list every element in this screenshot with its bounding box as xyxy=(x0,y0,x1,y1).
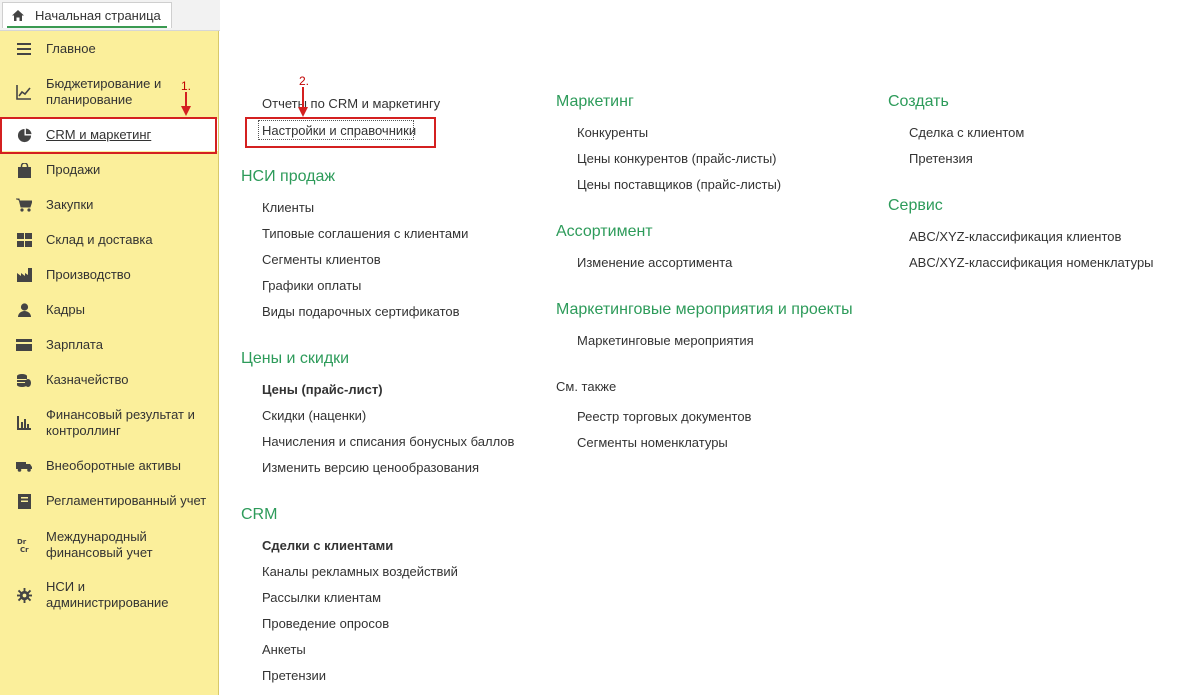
svg-text:Dr: Dr xyxy=(17,538,27,546)
link-clients[interactable]: Клиенты xyxy=(262,200,314,215)
sidebar-item-label: Продажи xyxy=(46,162,101,177)
link-price-list[interactable]: Цены (прайс-лист) xyxy=(262,382,383,397)
sidebar-item-label: Закупки xyxy=(46,197,94,212)
shopping-bag-icon xyxy=(16,162,32,178)
sidebar-item-label: Кадры xyxy=(46,302,85,317)
section-title-create: Создать xyxy=(888,93,949,110)
wallet-icon xyxy=(16,337,32,353)
link-bonus-points[interactable]: Начисления и списания бонусных баллов xyxy=(262,434,514,449)
sidebar-item-label: Зарплата xyxy=(46,337,103,352)
link-payment-schedules[interactable]: Графики оплаты xyxy=(262,278,361,293)
arrow-down-icon xyxy=(181,92,191,116)
grid-blocks-icon xyxy=(16,232,32,248)
sidebar-item-treasury[interactable]: Казначейство xyxy=(0,368,218,392)
link-trade-documents-registry[interactable]: Реестр торговых документов xyxy=(577,409,751,424)
sidebar-item-main[interactable]: Главное xyxy=(0,37,218,61)
sidebar-item-label: Внеоборотные активы xyxy=(46,458,182,473)
tab-home-label: Начальная страница xyxy=(35,8,161,23)
sidebar-item-label: Главное xyxy=(46,41,96,56)
main-panel: Отчеты по CRM и маркетингу Настройки и с… xyxy=(219,0,1202,695)
sidebar-item-label: Склад и доставка xyxy=(46,232,153,247)
tab-home[interactable]: Начальная страница xyxy=(2,2,172,28)
link-client-mailings[interactable]: Рассылки клиентам xyxy=(262,590,381,605)
link-discounts[interactable]: Скидки (наценки) xyxy=(262,408,366,423)
sidebar-item-label: Регламентированный учет xyxy=(46,493,207,508)
sidebar-item-salary[interactable]: Зарплата xyxy=(0,333,218,357)
link-nomenclature-segments[interactable]: Сегменты номенклатуры xyxy=(577,435,728,450)
link-crm-reports[interactable]: Отчеты по CRM и маркетингу xyxy=(262,96,440,111)
sidebar-item-financial-result[interactable]: Финансовый результат и контроллинг xyxy=(0,405,218,441)
link-competitors[interactable]: Конкуренты xyxy=(577,125,648,140)
factory-icon xyxy=(16,267,32,283)
section-title-assortment: Ассортимент xyxy=(556,223,653,240)
shopping-cart-icon xyxy=(16,197,32,213)
sidebar-item-crm-marketing[interactable]: CRM и маркетинг xyxy=(0,119,218,151)
link-standard-agreements[interactable]: Типовые соглашения с клиентами xyxy=(262,226,468,241)
sidebar-item-regulated-accounting[interactable]: Регламентированный учет xyxy=(0,489,218,513)
section-title-marketing-events: Маркетинговые мероприятия и проекты xyxy=(556,301,853,318)
see-also-label: См. также xyxy=(556,379,617,394)
link-create-claim[interactable]: Претензия xyxy=(909,151,973,166)
sidebar-item-purchases[interactable]: Закупки xyxy=(0,193,218,217)
svg-text:Cr: Cr xyxy=(20,546,29,553)
link-abc-xyz-nomenclature[interactable]: ABC/XYZ-классификация номенклатуры xyxy=(909,255,1154,270)
sidebar-item-production[interactable]: Производство xyxy=(0,263,218,287)
link-client-deals[interactable]: Сделки с клиентами xyxy=(262,538,393,553)
link-supplier-prices[interactable]: Цены поставщиков (прайс-листы) xyxy=(577,177,781,192)
sidebar-item-label: Казначейство xyxy=(46,372,129,387)
link-settings-directories[interactable]: Настройки и справочники xyxy=(262,123,416,138)
link-abc-xyz-clients[interactable]: ABC/XYZ-классификация клиентов xyxy=(909,229,1121,244)
link-surveys[interactable]: Проведение опросов xyxy=(262,616,389,631)
sidebar-item-label: Международный финансовый учет xyxy=(46,529,153,560)
sidebar-item-label: Производство xyxy=(46,267,131,282)
link-marketing-events[interactable]: Маркетинговые мероприятия xyxy=(577,333,754,348)
bar-chart-icon xyxy=(16,415,32,431)
menu-lines-icon xyxy=(16,41,32,57)
arrow-down-icon xyxy=(298,87,308,117)
sidebar-item-fixed-assets[interactable]: Внеоборотные активы xyxy=(0,454,218,478)
sidebar-item-label: НСИ и администрирование xyxy=(46,579,169,610)
ledger-icon xyxy=(16,493,32,509)
link-pricing-version[interactable]: Изменить версию ценообразования xyxy=(262,460,479,475)
person-icon xyxy=(16,302,32,318)
sidebar-item-ifrs[interactable]: Dr Cr Международный финансовый учет xyxy=(0,527,218,563)
link-client-segments[interactable]: Сегменты клиентов xyxy=(262,252,381,267)
section-title-nsi-sales: НСИ продаж xyxy=(241,168,336,185)
sidebar: Главное Бюджетирование и планирование CR… xyxy=(0,31,219,695)
tab-active-underline xyxy=(7,26,167,28)
link-ad-channels[interactable]: Каналы рекламных воздействий xyxy=(262,564,458,579)
sidebar-item-sales[interactable]: Продажи xyxy=(0,158,218,182)
annotation-step-1: 1. xyxy=(181,79,192,93)
link-create-deal[interactable]: Сделка с клиентом xyxy=(909,125,1024,140)
dr-cr-icon: Dr Cr xyxy=(16,537,32,553)
sidebar-item-label: CRM и маркетинг xyxy=(46,127,152,142)
sidebar-item-admin[interactable]: НСИ и администрирование xyxy=(0,577,218,613)
link-claims[interactable]: Претензии xyxy=(262,668,326,683)
home-icon xyxy=(11,8,27,24)
section-title-crm: CRM xyxy=(241,506,278,523)
sidebar-item-hr[interactable]: Кадры xyxy=(0,298,218,322)
sidebar-item-label: Финансовый результат и контроллинг xyxy=(46,407,195,438)
section-title-prices: Цены и скидки xyxy=(241,350,350,367)
link-questionnaires[interactable]: Анкеты xyxy=(262,642,306,657)
section-title-service: Сервис xyxy=(888,197,943,214)
coins-icon xyxy=(16,372,32,388)
sidebar-item-warehouse[interactable]: Склад и доставка xyxy=(0,228,218,252)
gear-icon xyxy=(16,587,32,603)
section-title-marketing: Маркетинг xyxy=(556,93,634,110)
truck-icon xyxy=(16,458,32,474)
annotation-step-2: 2. xyxy=(299,74,310,88)
pie-chart-icon xyxy=(16,127,32,143)
tab-strip: Начальная страница xyxy=(0,0,220,31)
link-gift-certificates[interactable]: Виды подарочных сертификатов xyxy=(262,304,460,319)
chart-line-icon xyxy=(16,84,32,100)
link-assortment-change[interactable]: Изменение ассортимента xyxy=(577,255,732,270)
link-competitor-prices[interactable]: Цены конкурентов (прайс-листы) xyxy=(577,151,777,166)
